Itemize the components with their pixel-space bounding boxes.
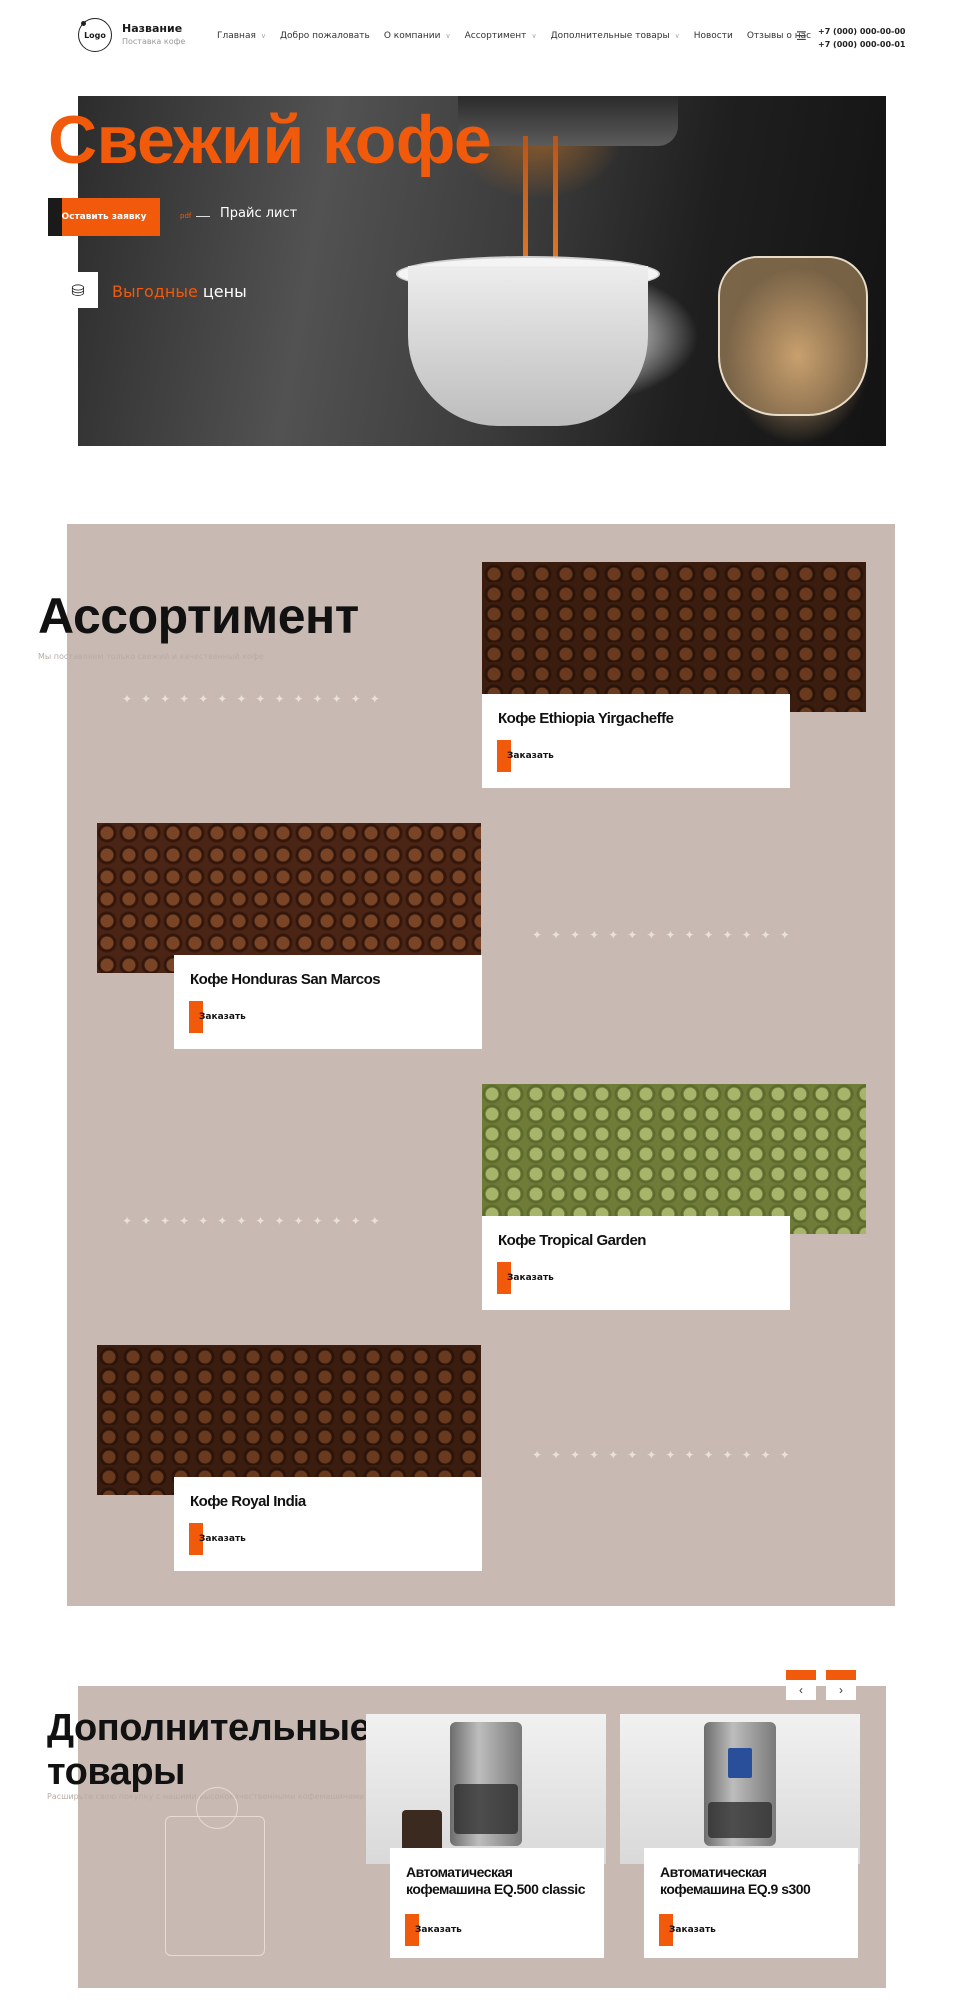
product-title: Кофе Ethiopia Yirgacheffe — [498, 710, 674, 727]
product-card: Кофе Tropical Garden Заказать — [482, 1216, 790, 1310]
machine-display — [728, 1748, 752, 1778]
product-image[interactable] — [97, 823, 481, 973]
coffee-pot-image — [454, 1784, 518, 1834]
chevron-left-icon: ‹ — [799, 1683, 803, 1697]
cup-image — [408, 266, 648, 426]
product-image[interactable] — [620, 1714, 860, 1864]
product-title: Кофе Tropical Garden — [498, 1232, 646, 1249]
brand-name: Название — [122, 22, 183, 35]
product-card: Кофе Royal India Заказать — [174, 1477, 482, 1571]
order-button[interactable]: Заказать — [405, 1914, 465, 1946]
nav-item-welcome[interactable]: Добро пожаловать — [280, 31, 370, 41]
order-button[interactable]: Заказать — [659, 1914, 719, 1946]
request-button[interactable]: Оставить заявку — [48, 198, 160, 236]
coffee-stream — [523, 136, 528, 276]
chevron-down-icon: ∨ — [531, 32, 537, 40]
coins-icon: ⛁ — [58, 272, 98, 308]
coffee-beans-decoration: ✦✦✦✦✦✦✦✦✦✦✦✦✦✦ — [122, 1214, 389, 1228]
product-card: Кофе Honduras San Marcos Заказать — [174, 955, 482, 1049]
hero-title: Свежий кофе — [48, 102, 492, 178]
coffee-stream — [553, 136, 558, 276]
nav-item-about[interactable]: О компании ∨ — [384, 31, 451, 41]
request-button-label: Оставить заявку — [61, 212, 147, 222]
order-button[interactable]: Заказать — [497, 1262, 557, 1294]
product-title: Кофе Royal India — [190, 1493, 306, 1510]
product-title: Автоматическая кофемашина EQ.9 s300 — [660, 1864, 811, 1897]
order-button[interactable]: Заказать — [189, 1001, 249, 1033]
list-icon[interactable]: ☰ — [796, 29, 807, 43]
product-card: Кофе Ethiopia Yirgacheffe Заказать — [482, 694, 790, 788]
assortment-title: Ассортимент — [38, 588, 359, 644]
product-title: Автоматическая кофемашина EQ.500 classic — [406, 1864, 585, 1897]
machine-tray — [708, 1802, 772, 1838]
main-nav: Главная ∨ Добро пожаловать О компании ∨ Ас… — [217, 31, 811, 41]
divider — [196, 216, 210, 217]
nav-item-news[interactable]: Новости — [694, 31, 733, 41]
slider-next-button[interactable]: › — [826, 1670, 856, 1700]
benefit-rest: цены — [197, 282, 247, 301]
coffee-beans-decoration: ✦✦✦✦✦✦✦✦✦✦✦✦✦✦ — [122, 692, 389, 706]
product-card: Автоматическая кофемашина EQ.9 s300 Зака… — [644, 1848, 858, 1958]
logo-text: Logo — [84, 30, 106, 40]
pdf-label: pdf — [180, 212, 192, 220]
site-header: Logo Название Поставка кофе Главная ∨ Доб… — [0, 0, 960, 74]
coffee-bag-illustration — [718, 256, 868, 416]
product-image[interactable] — [482, 1084, 866, 1234]
nav-item-home[interactable]: Главная ∨ — [217, 31, 266, 41]
coffee-beans-decoration: ✦✦✦✦✦✦✦✦✦✦✦✦✦✦ — [532, 1448, 799, 1462]
product-image[interactable] — [366, 1714, 606, 1864]
nav-item-extra-goods[interactable]: Дополнительные товары ∨ — [551, 31, 680, 41]
product-title: Кофе Honduras San Marcos — [190, 971, 381, 988]
coffee-grinder-illustration — [165, 1787, 265, 1956]
benefit-accent: Выгодные — [112, 282, 198, 301]
phone-2[interactable]: +7 (000) 000-00-01 — [818, 38, 905, 51]
phone-numbers: +7 (000) 000-00-00 +7 (000) 000-00-01 — [818, 25, 905, 51]
logo[interactable]: Logo — [78, 18, 112, 52]
chevron-down-icon: ∨ — [260, 32, 266, 40]
nav-item-assortment[interactable]: Ассортимент ∨ — [465, 31, 537, 41]
coffee-beans-decoration: ✦✦✦✦✦✦✦✦✦✦✦✦✦✦ — [532, 928, 799, 942]
product-image[interactable] — [482, 562, 866, 712]
chevron-down-icon: ∨ — [445, 32, 451, 40]
benefit-text: Выгодные цены — [112, 282, 247, 301]
price-list-link[interactable]: Прайс лист — [220, 206, 297, 221]
phone-1[interactable]: +7 (000) 000-00-00 — [818, 25, 905, 38]
order-button[interactable]: Заказать — [497, 740, 557, 772]
product-card: Автоматическая кофемашина EQ.500 classic… — [390, 1848, 604, 1958]
assortment-subtitle: Мы поставляем только свежий и качественн… — [38, 652, 264, 661]
slider-prev-button[interactable]: ‹ — [786, 1670, 816, 1700]
product-image[interactable] — [97, 1345, 481, 1495]
order-button[interactable]: Заказать — [189, 1523, 249, 1555]
brand-subtitle: Поставка кофе — [122, 37, 186, 46]
extra-title-line-1: Дополнительные — [47, 1707, 371, 1749]
chevron-down-icon: ∨ — [674, 32, 680, 40]
chevron-right-icon: › — [839, 1683, 843, 1697]
extra-products-title: Дополнительные товары — [47, 1706, 371, 1794]
